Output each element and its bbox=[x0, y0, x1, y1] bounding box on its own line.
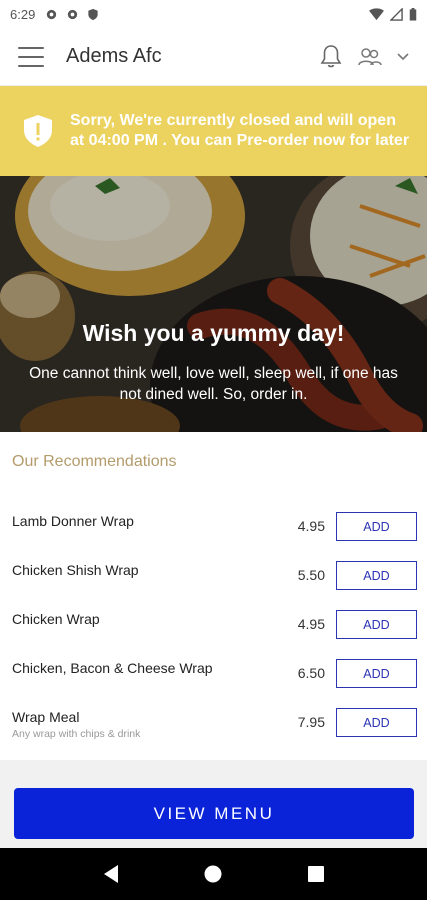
hero-banner: Wish you a yummy day! One cannot think w… bbox=[0, 176, 427, 432]
wifi-icon bbox=[369, 7, 384, 20]
item-name: Chicken Shish Wrap bbox=[12, 562, 139, 578]
hamburger-icon[interactable] bbox=[18, 46, 44, 67]
battery-icon bbox=[409, 7, 417, 21]
signal-icon bbox=[390, 7, 403, 21]
recommendations-title: Our Recommendations bbox=[12, 453, 177, 470]
item-price: 5.50 bbox=[297, 567, 325, 583]
item-name: Chicken Wrap bbox=[12, 611, 100, 627]
add-button[interactable]: ADD bbox=[336, 610, 417, 639]
status-bar: 6:29 bbox=[0, 0, 427, 28]
add-button[interactable]: ADD bbox=[336, 659, 417, 688]
notice-text: Sorry, We're currently closed and will o… bbox=[70, 112, 410, 149]
settings-icon bbox=[47, 9, 57, 19]
item-price: 7.95 bbox=[297, 714, 325, 730]
item-name: Chicken, Bacon & Cheese Wrap bbox=[12, 660, 213, 676]
item-name: Wrap Meal bbox=[12, 709, 80, 725]
recents-icon[interactable] bbox=[296, 854, 336, 894]
item-price: 4.95 bbox=[297, 518, 325, 534]
shield-status-icon bbox=[88, 8, 98, 20]
settings-icon bbox=[68, 9, 78, 19]
list-item: Chicken Wrap 4.95 ADD bbox=[0, 598, 427, 647]
item-price: 6.50 bbox=[297, 665, 325, 681]
app-header: Adems Afc bbox=[0, 28, 427, 86]
system-nav-bar bbox=[0, 848, 427, 900]
list-item: Lamb Donner Wrap 4.95 ADD bbox=[0, 500, 427, 549]
add-button[interactable]: ADD bbox=[336, 708, 417, 737]
list-item: Chicken Shish Wrap 5.50 ADD bbox=[0, 549, 427, 598]
app-title: Adems Afc bbox=[66, 45, 162, 67]
home-icon[interactable] bbox=[193, 854, 233, 894]
bell-icon[interactable] bbox=[319, 44, 343, 70]
hero-subtitle: One cannot think well, love well, sleep … bbox=[29, 365, 398, 403]
view-menu-button[interactable]: VIEW MENU bbox=[14, 788, 414, 839]
closed-notice-banner: Sorry, We're currently closed and will o… bbox=[0, 86, 427, 176]
user-group-icon[interactable] bbox=[357, 47, 383, 67]
list-item: Wrap Meal Any wrap with chips & drink 7.… bbox=[0, 696, 427, 745]
item-name: Lamb Donner Wrap bbox=[12, 513, 134, 529]
add-button[interactable]: ADD bbox=[336, 512, 417, 541]
chevron-down-icon[interactable] bbox=[397, 52, 409, 61]
list-item: Chicken, Bacon & Cheese Wrap 6.50 ADD bbox=[0, 647, 427, 696]
recommendations-list: Lamb Donner Wrap 4.95 ADD Chicken Shish … bbox=[0, 500, 427, 745]
shield-alert-icon bbox=[24, 115, 52, 147]
item-price: 4.95 bbox=[297, 616, 325, 632]
item-description: Any wrap with chips & drink bbox=[12, 728, 141, 740]
hero-title: Wish you a yummy day! bbox=[82, 320, 345, 346]
status-time: 6:29 bbox=[10, 6, 36, 22]
add-button[interactable]: ADD bbox=[336, 561, 417, 590]
back-icon[interactable] bbox=[91, 854, 131, 894]
